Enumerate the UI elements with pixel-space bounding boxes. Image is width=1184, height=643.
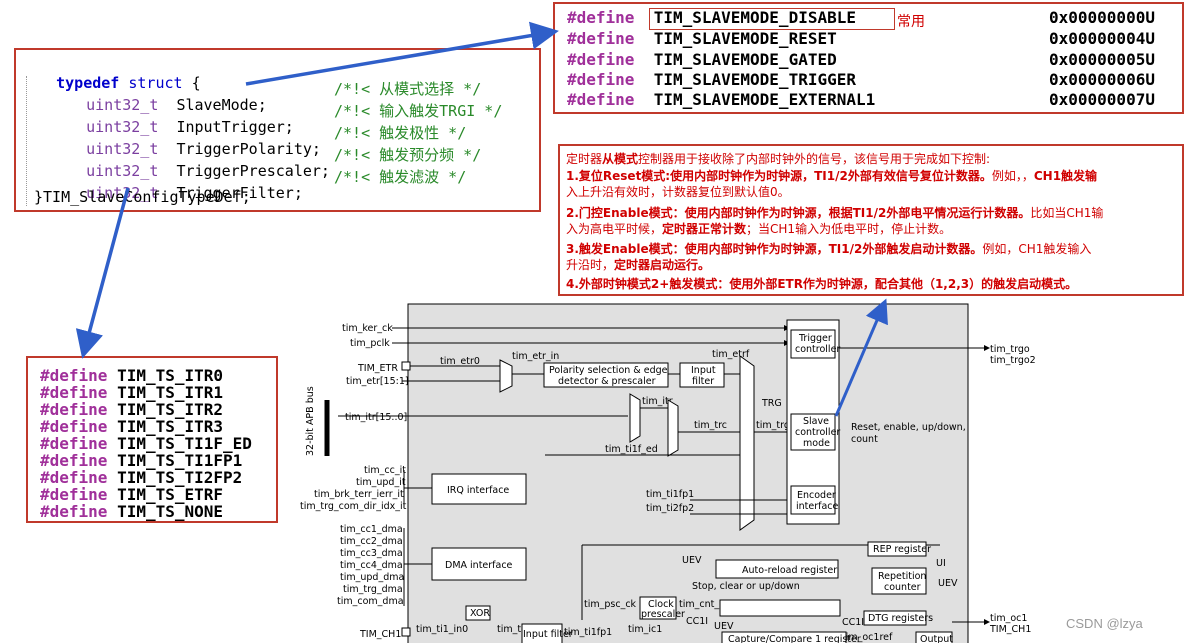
watermark: CSDN @lzya xyxy=(1066,616,1143,631)
annotation-arrows xyxy=(75,21,888,417)
arrow-inputtrigger-to-ts xyxy=(75,187,130,359)
arrow-slavemode-to-defines xyxy=(245,21,559,86)
arrow-slave-controller-to-desc xyxy=(834,298,888,417)
